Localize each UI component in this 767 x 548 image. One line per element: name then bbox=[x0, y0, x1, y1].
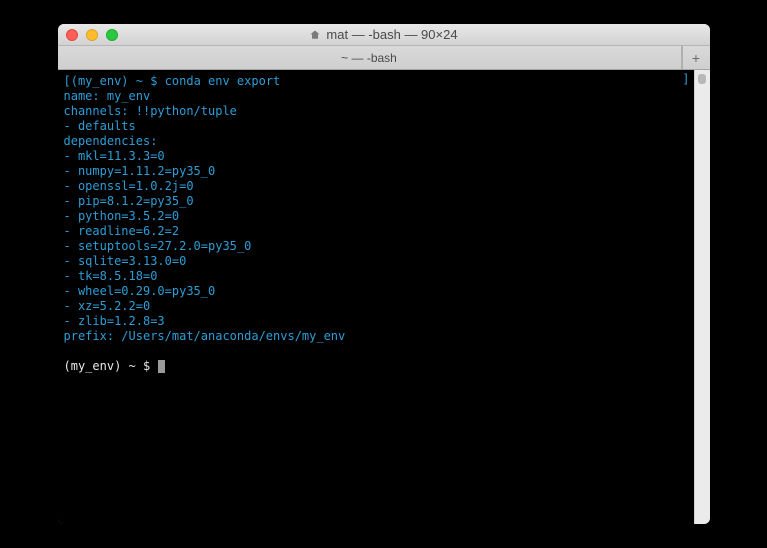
output-line: - openssl=1.0.2j=0 bbox=[64, 179, 194, 193]
cursor-icon bbox=[158, 360, 165, 373]
terminal-content[interactable]: [(my_env) ~ $ conda env export name: my_… bbox=[58, 70, 694, 524]
traffic-lights bbox=[58, 29, 118, 41]
window-title: mat — -bash — 90×24 bbox=[58, 27, 710, 42]
output-line: name: my_env bbox=[64, 89, 151, 103]
minimize-icon[interactable] bbox=[86, 29, 98, 41]
output-line: - zlib=1.2.8=3 bbox=[64, 314, 165, 328]
tabbar: ~ — -bash + bbox=[58, 46, 710, 70]
titlebar[interactable]: mat — -bash — 90×24 bbox=[58, 24, 710, 46]
output-line: - python=3.5.2=0 bbox=[64, 209, 180, 223]
scrollbar[interactable] bbox=[694, 70, 710, 524]
open-bracket: [ bbox=[64, 74, 71, 88]
command-text: conda env export bbox=[165, 74, 281, 88]
output-line: dependencies: bbox=[64, 134, 158, 148]
output-line: - wheel=0.29.0=py35_0 bbox=[64, 284, 216, 298]
output-line: - readline=6.2=2 bbox=[64, 224, 180, 238]
zoom-icon[interactable] bbox=[106, 29, 118, 41]
output-line: prefix: /Users/mat/anaconda/envs/my_env bbox=[64, 329, 346, 343]
output-line: - defaults bbox=[64, 119, 136, 133]
new-tab-button[interactable]: + bbox=[682, 46, 710, 69]
home-icon bbox=[309, 29, 321, 41]
output-line: - tk=8.5.18=0 bbox=[64, 269, 158, 283]
window-title-text: mat — -bash — 90×24 bbox=[326, 27, 457, 42]
close-icon[interactable] bbox=[66, 29, 78, 41]
prompt-env: (my_env) bbox=[64, 359, 129, 373]
terminal-area: [(my_env) ~ $ conda env export name: my_… bbox=[58, 70, 710, 524]
output-line: channels: !!python/tuple bbox=[64, 104, 237, 118]
prompt-tilde: ~ bbox=[129, 359, 143, 373]
plus-icon: + bbox=[692, 50, 700, 66]
tab-label: ~ — -bash bbox=[341, 51, 397, 65]
output-line: - numpy=1.11.2=py35_0 bbox=[64, 164, 216, 178]
output-line: - sqlite=3.13.0=0 bbox=[64, 254, 187, 268]
close-bracket: ] bbox=[682, 72, 689, 87]
prompt-tilde: ~ bbox=[136, 74, 150, 88]
prompt-env: (my_env) bbox=[71, 74, 136, 88]
output-line: - xz=5.2.2=0 bbox=[64, 299, 151, 313]
tab-bash[interactable]: ~ — -bash bbox=[58, 46, 682, 69]
terminal-window: mat — -bash — 90×24 ~ — -bash + [(my_env… bbox=[58, 24, 710, 524]
scrollbar-thumb[interactable] bbox=[698, 74, 706, 84]
prompt-dollar: $ bbox=[150, 74, 164, 88]
prompt-dollar: $ bbox=[143, 359, 157, 373]
output-line: - pip=8.1.2=py35_0 bbox=[64, 194, 194, 208]
output-line: - mkl=11.3.3=0 bbox=[64, 149, 165, 163]
output-line: - setuptools=27.2.0=py35_0 bbox=[64, 239, 252, 253]
